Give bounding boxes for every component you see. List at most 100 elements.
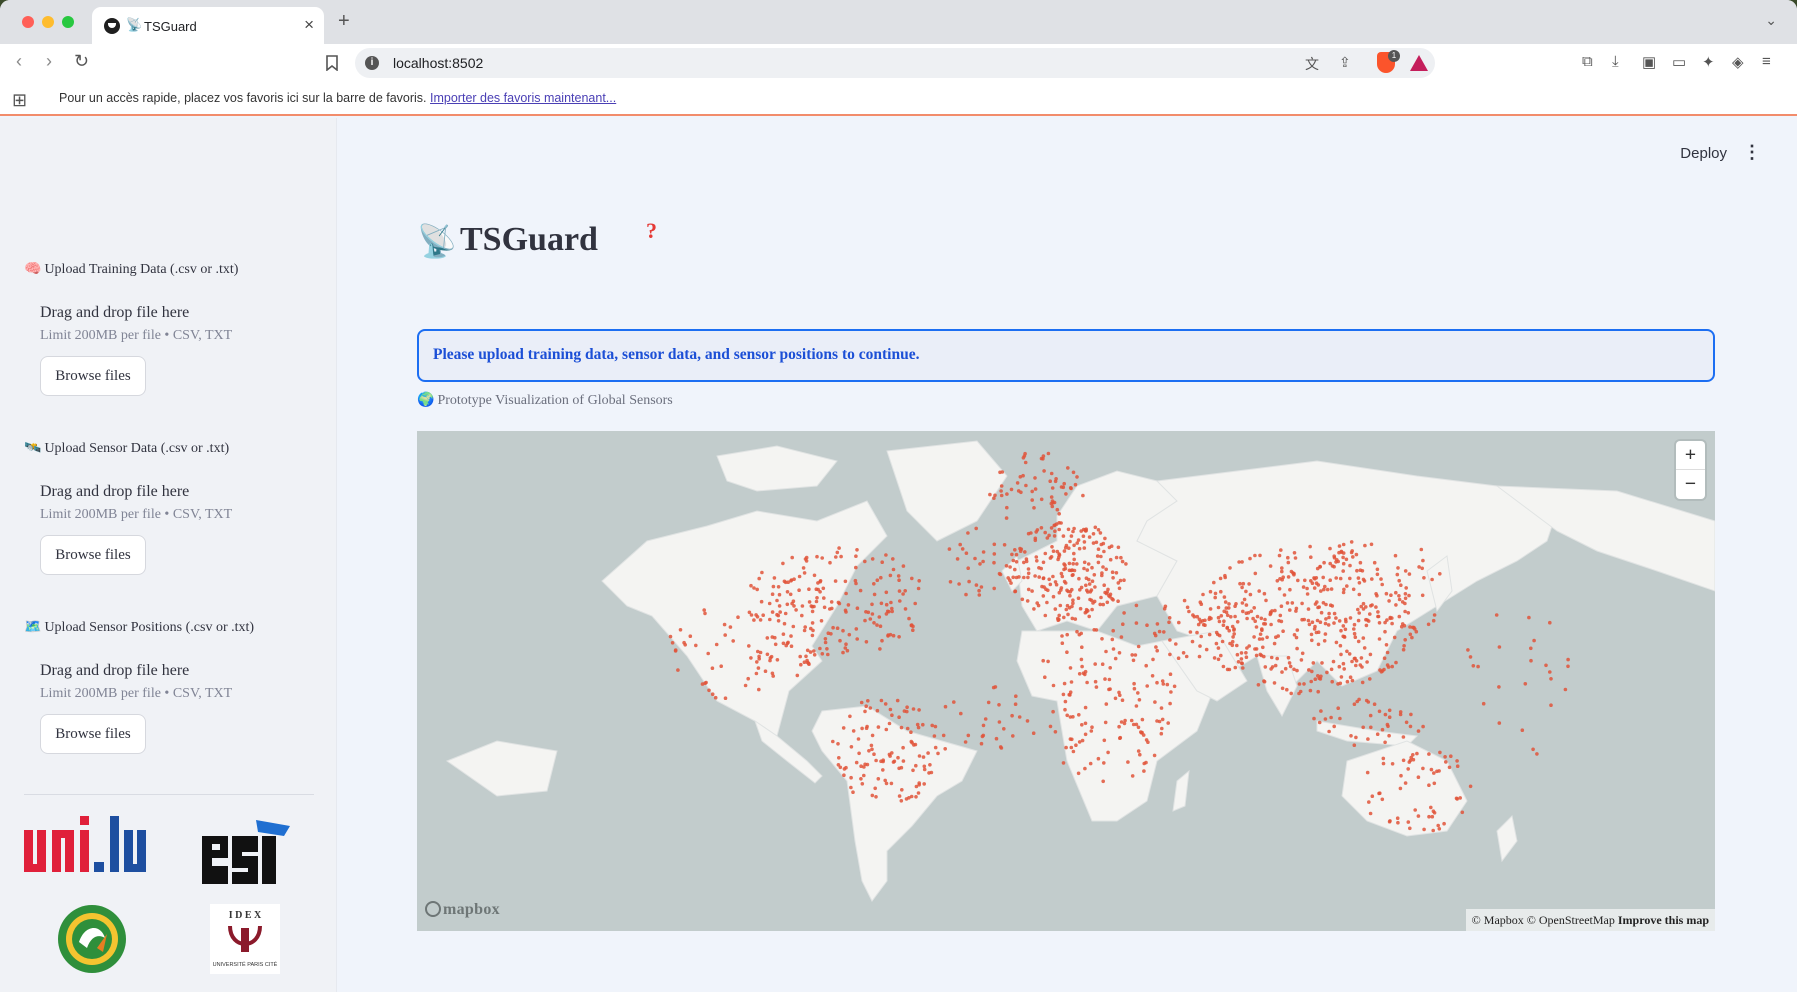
sensor-map[interactable]: + − mapbox © Mapbox © OpenStreetMap Impr…	[417, 431, 1715, 931]
url-text[interactable]: localhost:8502	[393, 55, 483, 71]
sensor-point	[1361, 601, 1366, 606]
sensor-point	[1207, 632, 1212, 637]
sensor-point	[1069, 486, 1073, 491]
sensor-point	[713, 695, 718, 700]
sensor-dropzone[interactable]: Drag and drop file here Limit 200MB per …	[24, 483, 314, 631]
sensor-point	[913, 601, 917, 606]
leo-ai-icon[interactable]: ✦	[1702, 53, 1715, 71]
forward-arrow-icon[interactable]: ›	[46, 51, 52, 72]
deploy-button[interactable]: Deploy	[1680, 145, 1727, 162]
help-question-icon[interactable]: ?	[646, 218, 657, 244]
reload-icon[interactable]: ↻	[74, 51, 89, 72]
download-icon[interactable]: ⤓	[1612, 53, 1619, 70]
sensor-point	[917, 708, 921, 712]
sensor-point	[886, 633, 890, 637]
bookmark-icon[interactable]	[326, 55, 338, 71]
sensor-point	[1043, 613, 1048, 618]
sensor-point	[1120, 559, 1125, 564]
sensor-point	[1286, 575, 1291, 579]
sensor-point	[1057, 512, 1061, 516]
translate-icon[interactable]: 文	[1305, 54, 1319, 74]
browse-sensor-button[interactable]: Browse files	[40, 535, 146, 575]
zoom-in-button[interactable]: +	[1676, 441, 1705, 470]
map-caption-text: Prototype Visualization of Global Sensor…	[437, 393, 673, 408]
sensor-point	[823, 640, 828, 645]
site-info-icon[interactable]: i	[365, 56, 379, 70]
sensor-point	[933, 745, 938, 750]
browser-tab[interactable]: 📡 TSGuard ×	[92, 7, 324, 44]
sensor-point	[1242, 597, 1247, 602]
address-bar[interactable]: i localhost:8502 文 ⇪ 1	[355, 48, 1435, 78]
sensor-point	[1308, 544, 1312, 549]
sensor-point	[1334, 576, 1338, 580]
sensor-point	[777, 604, 782, 608]
sensor-point	[1315, 566, 1320, 571]
positions-dropzone[interactable]: Drag and drop file here Limit 200MB per …	[24, 662, 314, 810]
sensor-point	[1093, 525, 1098, 530]
zoom-out-button[interactable]: −	[1676, 470, 1705, 499]
sensor-point	[884, 727, 889, 732]
improve-map-link[interactable]: Improve this map	[1618, 913, 1709, 927]
sensor-point	[1090, 607, 1094, 612]
sensor-point	[889, 600, 893, 605]
sensor-point	[979, 585, 984, 589]
sensor-point	[901, 592, 905, 596]
browse-training-button[interactable]: Browse files	[40, 356, 146, 396]
sensor-point	[833, 579, 838, 583]
sensor-point	[1361, 607, 1366, 611]
vpn-icon[interactable]: ◈	[1732, 53, 1744, 71]
sensor-point	[1065, 713, 1069, 718]
sensor-point	[891, 567, 896, 572]
sensor-point	[1438, 750, 1442, 755]
maximize-window-button[interactable]	[62, 16, 74, 28]
sensor-point	[1032, 607, 1036, 611]
sensor-point	[1068, 593, 1072, 598]
sensor-point	[914, 795, 918, 799]
sensor-point	[1262, 654, 1266, 659]
sensor-point	[1403, 596, 1408, 601]
sensor-point	[1411, 757, 1416, 762]
sensor-point	[1201, 592, 1205, 597]
sensor-point	[1201, 622, 1206, 627]
sensor-point	[859, 700, 864, 705]
new-tab-button[interactable]: +	[338, 10, 350, 33]
sensor-point	[1110, 637, 1115, 642]
tab-list-chevron-icon[interactable]: ⌄	[1765, 12, 1777, 29]
sensor-point	[1341, 561, 1346, 566]
map-canvas[interactable]	[417, 431, 1715, 931]
sensor-point	[947, 547, 952, 551]
sensor-point	[952, 700, 956, 704]
attribution-text[interactable]: © Mapbox © OpenStreetMap	[1472, 913, 1615, 927]
back-arrow-icon[interactable]: ‹	[16, 51, 22, 72]
wallet-icon[interactable]: ▭	[1672, 53, 1686, 71]
minimize-window-button[interactable]	[42, 16, 54, 28]
sensor-point	[1074, 743, 1078, 747]
sensor-point	[1535, 752, 1539, 756]
browse-positions-button[interactable]: Browse files	[40, 714, 146, 754]
sensor-point	[1139, 731, 1144, 735]
sensor-point	[1108, 687, 1112, 691]
browser-menu-icon[interactable]: ≡	[1762, 53, 1771, 70]
brave-rewards-icon[interactable]	[1410, 55, 1428, 71]
sensor-point	[1377, 637, 1382, 641]
close-tab-icon[interactable]: ×	[304, 16, 314, 33]
sensor-point	[1118, 578, 1123, 583]
mapbox-logo[interactable]: mapbox	[425, 901, 500, 919]
apps-grid-icon[interactable]: ⊞	[12, 90, 27, 111]
share-icon[interactable]: ⇪	[1339, 54, 1351, 71]
sensor-point	[1177, 620, 1181, 625]
sensor-point	[1411, 625, 1415, 630]
app-menu-icon[interactable]: ⋮	[1743, 142, 1761, 163]
sensor-point	[913, 742, 918, 747]
import-bookmarks-link[interactable]: Importer des favoris maintenant...	[430, 91, 616, 105]
sensor-point	[1257, 637, 1262, 641]
sensor-point	[1332, 611, 1337, 616]
dropzone-limit: Limit 200MB per file • CSV, TXT	[40, 686, 233, 701]
sensor-point	[1079, 631, 1083, 636]
close-window-button[interactable]	[22, 16, 34, 28]
sensor-point	[1421, 558, 1425, 563]
extensions-icon[interactable]: ⧉	[1582, 53, 1593, 70]
training-dropzone[interactable]: Drag and drop file here Limit 200MB per …	[24, 304, 314, 452]
sensor-point	[1062, 549, 1067, 553]
sidebar-toggle-icon[interactable]: ▣	[1642, 53, 1656, 71]
